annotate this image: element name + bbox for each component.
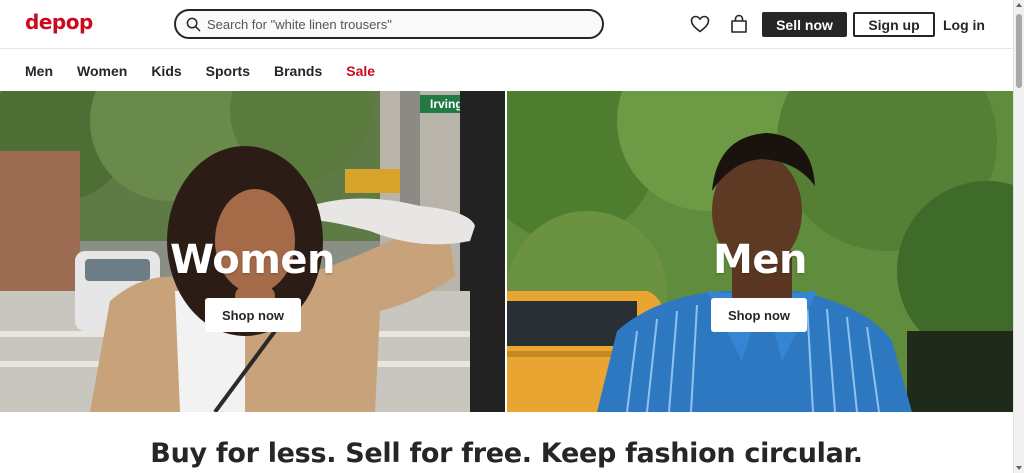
men-hero-banner[interactable]: Men Shop now <box>507 91 1013 412</box>
log-in-button[interactable]: Log in <box>937 12 991 37</box>
nav-item-sale[interactable]: Sale <box>346 63 375 79</box>
category-nav: Men Women Kids Sports Brands Sale <box>0 50 1013 91</box>
shopping-bag-icon <box>731 14 747 33</box>
scroll-up-arrow-icon[interactable] <box>1016 3 1022 7</box>
search-icon <box>186 17 201 31</box>
scroll-down-arrow-icon[interactable] <box>1016 466 1022 470</box>
men-hero-title: Men <box>713 237 807 283</box>
women-hero-title: Women <box>170 237 335 283</box>
nav-item-sports[interactable]: Sports <box>206 63 250 79</box>
sign-up-button[interactable]: Sign up <box>853 12 935 37</box>
sell-now-button[interactable]: Sell now <box>762 12 847 37</box>
site-header: depop Sell now Sign up Log in <box>0 0 1013 49</box>
tagline-heading: Buy for less. Sell for free. Keep fashio… <box>150 438 863 469</box>
bag-button[interactable] <box>728 13 750 35</box>
nav-item-men[interactable]: Men <box>25 63 53 79</box>
nav-item-brands[interactable]: Brands <box>274 63 322 79</box>
shop-men-button[interactable]: Shop now <box>711 298 807 332</box>
shop-women-button[interactable]: Shop now <box>205 298 301 332</box>
heart-icon <box>690 15 710 33</box>
page-scrollbar[interactable] <box>1013 0 1024 473</box>
wishlist-button[interactable] <box>689 13 711 35</box>
search-input[interactable] <box>207 16 587 32</box>
women-hero-banner[interactable]: Irving Pl Women Shop now <box>0 91 505 412</box>
depop-logo[interactable]: depop <box>25 10 93 34</box>
nav-item-women[interactable]: Women <box>77 63 127 79</box>
scroll-thumb[interactable] <box>1016 14 1022 88</box>
search-bar[interactable] <box>174 9 604 39</box>
nav-item-kids[interactable]: Kids <box>151 63 181 79</box>
